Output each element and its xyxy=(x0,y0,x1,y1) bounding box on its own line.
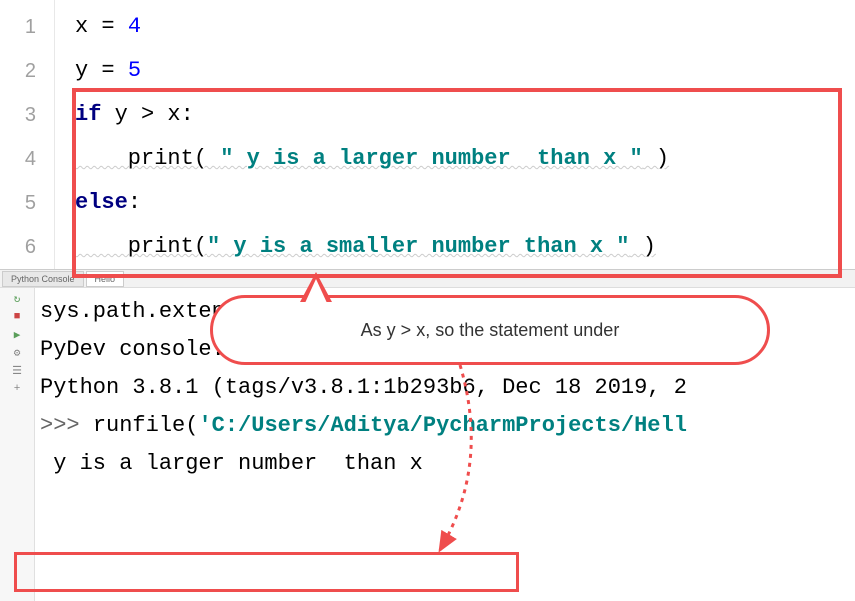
add-icon[interactable]: + xyxy=(10,382,24,396)
code-editor: 1 2 3 4 5 6 x = 4y = 5if y > x: print( "… xyxy=(0,0,855,270)
line-number: 2 xyxy=(0,49,54,93)
stop-icon[interactable]: ■ xyxy=(10,310,24,324)
console-line: >>> runfile('C:/Users/Aditya/PycharmProj… xyxy=(40,407,850,445)
line-number: 6 xyxy=(0,225,54,269)
editor-content[interactable]: x = 4y = 5if y > x: print( " y is a larg… xyxy=(55,0,855,269)
line-number: 5 xyxy=(0,181,54,225)
code-line[interactable]: else: xyxy=(75,181,855,225)
line-number: 3 xyxy=(0,93,54,137)
settings-icon[interactable]: ⚙ xyxy=(10,346,24,360)
line-number: 1 xyxy=(0,5,54,49)
tab-hello[interactable]: Hello xyxy=(86,271,125,287)
console-toolbar: ↻ ■ ▶ ⚙ ☰ + xyxy=(0,288,35,601)
layout-icon[interactable]: ☰ xyxy=(10,364,24,378)
code-line[interactable]: y = 5 xyxy=(75,49,855,93)
console-line: Python 3.8.1 (tags/v3.8.1:1b293b6, Dec 1… xyxy=(40,369,850,407)
annotation-callout: As y > x, so the statement under xyxy=(210,295,770,365)
editor-gutter: 1 2 3 4 5 6 xyxy=(0,0,55,269)
callout-tail-inner xyxy=(305,279,327,303)
console-line: y is a larger number than x xyxy=(40,445,850,483)
code-line[interactable]: print(" y is a smaller number than x " ) xyxy=(75,225,855,269)
callout-text: As y > x, so the statement under xyxy=(361,320,620,341)
rerun-icon[interactable]: ↻ xyxy=(10,292,24,306)
tab-python-console[interactable]: Python Console xyxy=(2,271,84,287)
play-icon[interactable]: ▶ xyxy=(10,328,24,342)
line-number: 4 xyxy=(0,137,54,181)
code-line[interactable]: x = 4 xyxy=(75,5,855,49)
code-line[interactable]: if y > x: xyxy=(75,93,855,137)
console-tabs: Python Console Hello xyxy=(0,270,855,288)
code-line[interactable]: print( " y is a larger number than x " ) xyxy=(75,137,855,181)
